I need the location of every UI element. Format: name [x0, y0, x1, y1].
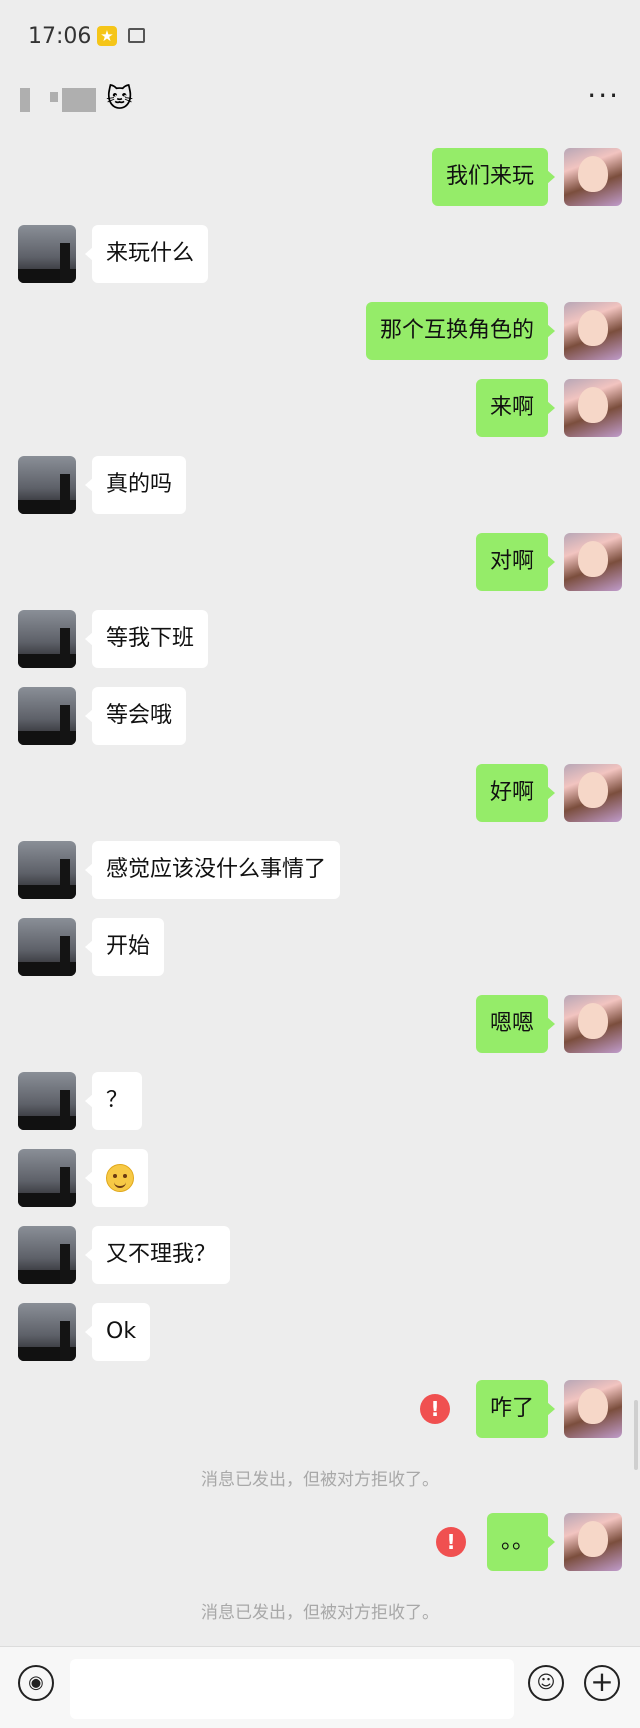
my-avatar[interactable]	[564, 148, 622, 206]
cat-emoji-icon: 🐱	[106, 84, 134, 114]
contact-avatar[interactable]	[18, 1149, 76, 1207]
contact-message-bubble[interactable]: 等会哦	[84, 687, 187, 745]
my-message-bubble[interactable]: 。。	[486, 1513, 556, 1571]
my-avatar[interactable]	[564, 302, 622, 360]
emoji-picker-icon[interactable]: ☺	[528, 1665, 564, 1701]
rejection-notice: 消息已发出，但被对方拒收了。	[201, 1603, 439, 1623]
contact-message-bubble[interactable]: 真的吗	[84, 456, 187, 514]
more-functions-plus-icon[interactable]: +	[584, 1665, 620, 1701]
contact-avatar[interactable]	[18, 225, 76, 283]
contact-message-bubble[interactable]: 又不理我？	[84, 1226, 231, 1284]
status-bar: 17:06 ★	[0, 0, 640, 80]
my-avatar[interactable]	[564, 533, 622, 591]
message-input[interactable]	[70, 1659, 514, 1719]
contact-message-bubble[interactable]	[85, 1149, 148, 1207]
my-message-bubble[interactable]: 我们来玩	[431, 148, 556, 206]
contact-avatar[interactable]	[18, 1072, 76, 1130]
contact-avatar[interactable]	[18, 1303, 76, 1361]
contact-message-bubble[interactable]: 开始	[84, 918, 165, 976]
contact-message-bubble[interactable]: Ok	[84, 1303, 151, 1361]
contact-avatar[interactable]	[18, 1226, 76, 1284]
my-message-bubble[interactable]: 那个互换角色的	[365, 302, 556, 360]
my-avatar[interactable]	[564, 379, 622, 437]
image-icon	[128, 28, 145, 43]
send-failed-icon[interactable]: !	[436, 1527, 466, 1557]
status-time: 17:06	[28, 24, 92, 49]
contact-message-bubble[interactable]: 等我下班	[84, 610, 209, 668]
scrollbar[interactable]	[634, 1400, 638, 1470]
smiling-face-emoji-icon	[106, 1164, 134, 1192]
blurred-contact-name	[62, 88, 96, 112]
contact-avatar[interactable]	[18, 610, 76, 668]
my-message-bubble[interactable]: 咋了	[475, 1380, 556, 1438]
my-message-bubble[interactable]: 嗯嗯	[475, 995, 556, 1053]
more-options-button[interactable]: ···	[587, 82, 620, 110]
my-avatar[interactable]	[564, 764, 622, 822]
rejection-notice: 消息已发出，但被对方拒收了。	[201, 1470, 439, 1490]
blurred-contact-name	[50, 92, 58, 102]
my-avatar[interactable]	[564, 1380, 622, 1438]
send-failed-icon[interactable]: !	[420, 1394, 450, 1424]
contact-avatar[interactable]	[18, 687, 76, 745]
my-message-bubble[interactable]: 对啊	[475, 533, 556, 591]
contact-avatar[interactable]	[18, 841, 76, 899]
voice-input-icon[interactable]: ◉	[18, 1665, 54, 1701]
contact-message-bubble[interactable]: 感觉应该没什么事情了	[84, 841, 341, 899]
input-toolbar: ◉ ☺ +	[0, 1646, 640, 1728]
my-avatar[interactable]	[564, 1513, 622, 1571]
my-message-bubble[interactable]: 好啊	[475, 764, 556, 822]
star-icon: ★	[97, 26, 117, 46]
contact-avatar[interactable]	[18, 456, 76, 514]
contact-message-bubble[interactable]: ？	[84, 1072, 143, 1130]
contact-avatar[interactable]	[18, 918, 76, 976]
my-message-bubble[interactable]: 来啊	[475, 379, 556, 437]
blurred-contact-name	[20, 88, 30, 112]
my-avatar[interactable]	[564, 995, 622, 1053]
contact-message-bubble[interactable]: 来玩什么	[84, 225, 209, 283]
chat-header	[0, 80, 640, 140]
